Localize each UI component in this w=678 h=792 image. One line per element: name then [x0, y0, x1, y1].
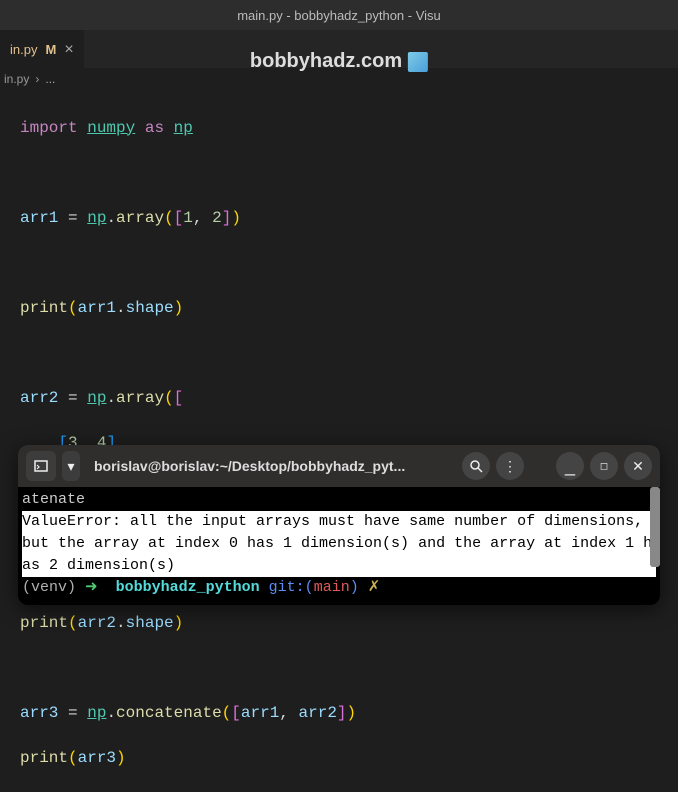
watermark-text: bobbyhadz.com: [250, 50, 402, 73]
code-editor[interactable]: import numpy as np arr1 = np.array([1, 2…: [0, 90, 678, 792]
window-title: main.py - bobbyhadz_python - Visu: [237, 8, 441, 23]
tab-filename: in.py: [10, 42, 37, 57]
terminal-icon: [34, 459, 48, 473]
terminal-header: ▾ borislav@borislav:~/Desktop/bobbyhadz_…: [18, 445, 660, 487]
minimize-button[interactable]: _: [556, 452, 584, 480]
new-tab-button[interactable]: [26, 451, 56, 481]
menu-button[interactable]: ⋮: [496, 452, 524, 480]
terminal-line: atenate: [22, 489, 656, 511]
close-button[interactable]: ✕: [624, 452, 652, 480]
close-icon[interactable]: ×: [64, 41, 73, 59]
search-icon: [469, 459, 483, 473]
window-titlebar: main.py - bobbyhadz_python - Visu: [0, 0, 678, 30]
cube-icon: [408, 52, 428, 72]
terminal-prompt: (venv) ➜ bobbyhadz_python git:(main) ✗: [22, 577, 656, 599]
terminal-scrollbar[interactable]: [650, 487, 660, 567]
maximize-button[interactable]: ◻: [590, 452, 618, 480]
close-icon: ✕: [632, 458, 644, 475]
minimize-icon: _: [565, 462, 575, 470]
terminal-title: borislav@borislav:~/Desktop/bobbyhadz_py…: [86, 458, 456, 474]
breadcrumb-file: in.py: [4, 72, 29, 86]
terminal-error: ValueError: all the input arrays must ha…: [22, 511, 656, 577]
chevron-down-icon: ▾: [67, 458, 74, 475]
tab-modified-indicator: M: [45, 42, 56, 57]
watermark: bobbyhadz.com: [250, 50, 428, 73]
tab-dropdown-button[interactable]: ▾: [62, 451, 80, 481]
breadcrumb-rest: ...: [45, 72, 55, 86]
kebab-menu-icon: ⋮: [503, 458, 517, 475]
terminal-body[interactable]: atenate ValueError: all the input arrays…: [18, 487, 660, 601]
maximize-icon: ◻: [600, 461, 608, 472]
editor-tab[interactable]: in.py M ×: [0, 30, 84, 68]
search-button[interactable]: [462, 452, 490, 480]
terminal-window: ▾ borislav@borislav:~/Desktop/bobbyhadz_…: [18, 445, 660, 605]
chevron-right-icon: ›: [35, 72, 39, 86]
